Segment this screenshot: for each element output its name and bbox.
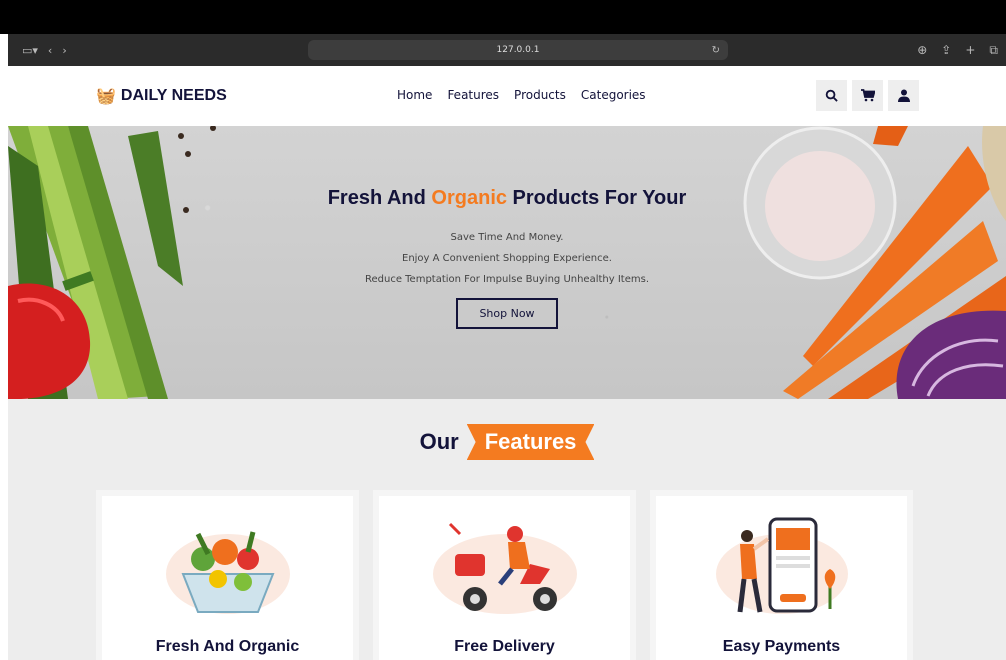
delivery-scooter-illustration <box>432 522 577 614</box>
tabs-overview-icon[interactable]: ⧉ <box>989 43 998 58</box>
features-heading: Our Features <box>8 424 1006 460</box>
header-actions <box>816 80 919 111</box>
brand-name: DAILY NEEDS <box>120 87 227 104</box>
search-button[interactable] <box>816 80 847 111</box>
feature-card-payments[interactable]: Easy Payments <box>650 490 913 660</box>
basket-icon: 🧺 <box>96 88 116 105</box>
feature-card-fresh[interactable]: Fresh And Organic <box>96 490 359 660</box>
forward-icon[interactable]: › <box>62 44 66 57</box>
browser-left-controls: ▭▾ ‹ › <box>8 44 67 57</box>
red-cabbage-icon <box>896 310 1006 399</box>
hero-banner: Fresh And Organic Products For Your Save… <box>8 126 1006 399</box>
feature-card-title: Fresh And Organic <box>155 638 300 655</box>
new-tab-icon[interactable]: + <box>965 43 975 58</box>
peppercorn <box>178 133 184 139</box>
hero-title: Fresh And Organic Products For Your <box>8 187 1006 210</box>
hero-description: Save Time And Money. Enjoy A Convenient … <box>8 227 1006 290</box>
site-logo[interactable]: 🧺 DAILY NEEDS <box>96 86 227 106</box>
features-heading-highlight: Features <box>466 424 595 460</box>
nav-item-categories[interactable]: Categories <box>581 88 646 102</box>
hero-line-3: Reduce Temptation For Impulse Buying Unh… <box>364 274 650 285</box>
nav-item-products[interactable]: Products <box>514 88 566 102</box>
browser-right-controls: ⊕ ⇪ + ⧉ <box>917 43 998 58</box>
feature-card-title: Easy Payments <box>722 638 841 655</box>
shop-now-button[interactable]: Shop Now <box>456 298 558 329</box>
hero-line-1: Save Time And Money. <box>450 232 564 243</box>
account-button[interactable] <box>888 80 919 111</box>
feature-card-delivery[interactable]: Free Delivery <box>373 490 636 660</box>
feature-card-title: Free Delivery <box>454 638 555 655</box>
hero-title-pre: Fresh And <box>327 187 432 209</box>
screen-top-bar <box>0 0 1006 34</box>
url-text: 127.0.0.1 <box>496 45 540 55</box>
peppercorn <box>210 126 216 131</box>
web-page: 🧺 DAILY NEEDS Home Features Products Cat… <box>8 66 1006 660</box>
download-icon[interactable]: ⊕ <box>917 43 927 58</box>
user-icon <box>897 89 910 102</box>
hero-title-accent: Organic <box>431 187 507 209</box>
mobile-payment-illustration <box>715 517 848 614</box>
cart-button[interactable] <box>852 80 883 111</box>
main-nav: Home Features Products Categories <box>397 88 646 102</box>
browser-toolbar: ▭▾ ‹ › 127.0.0.1 ↻ ⊕ ⇪ + ⧉ <box>8 34 1006 66</box>
hero-title-post: Products For Your <box>507 187 687 209</box>
site-header: 🧺 DAILY NEEDS Home Features Products Cat… <box>8 66 1006 126</box>
peppercorn <box>185 151 191 157</box>
back-icon[interactable]: ‹ <box>48 44 52 57</box>
hero-line-2: Enjoy A Convenient Shopping Experience. <box>402 253 612 264</box>
cart-icon <box>860 89 875 102</box>
reload-icon[interactable]: ↻ <box>712 45 720 56</box>
address-bar[interactable]: 127.0.0.1 ↻ <box>308 40 728 60</box>
search-icon <box>825 89 838 102</box>
nav-item-home[interactable]: Home <box>397 88 432 102</box>
features-cards: Fresh And Organic Free Delivery Easy Pay… <box>96 490 913 660</box>
nav-item-features[interactable]: Features <box>447 88 499 102</box>
features-heading-prefix: Our <box>419 429 459 454</box>
veggie-basket-illustration <box>165 531 290 614</box>
share-icon[interactable]: ⇪ <box>941 43 951 58</box>
sidebar-toggle-icon[interactable]: ▭▾ <box>22 44 38 57</box>
